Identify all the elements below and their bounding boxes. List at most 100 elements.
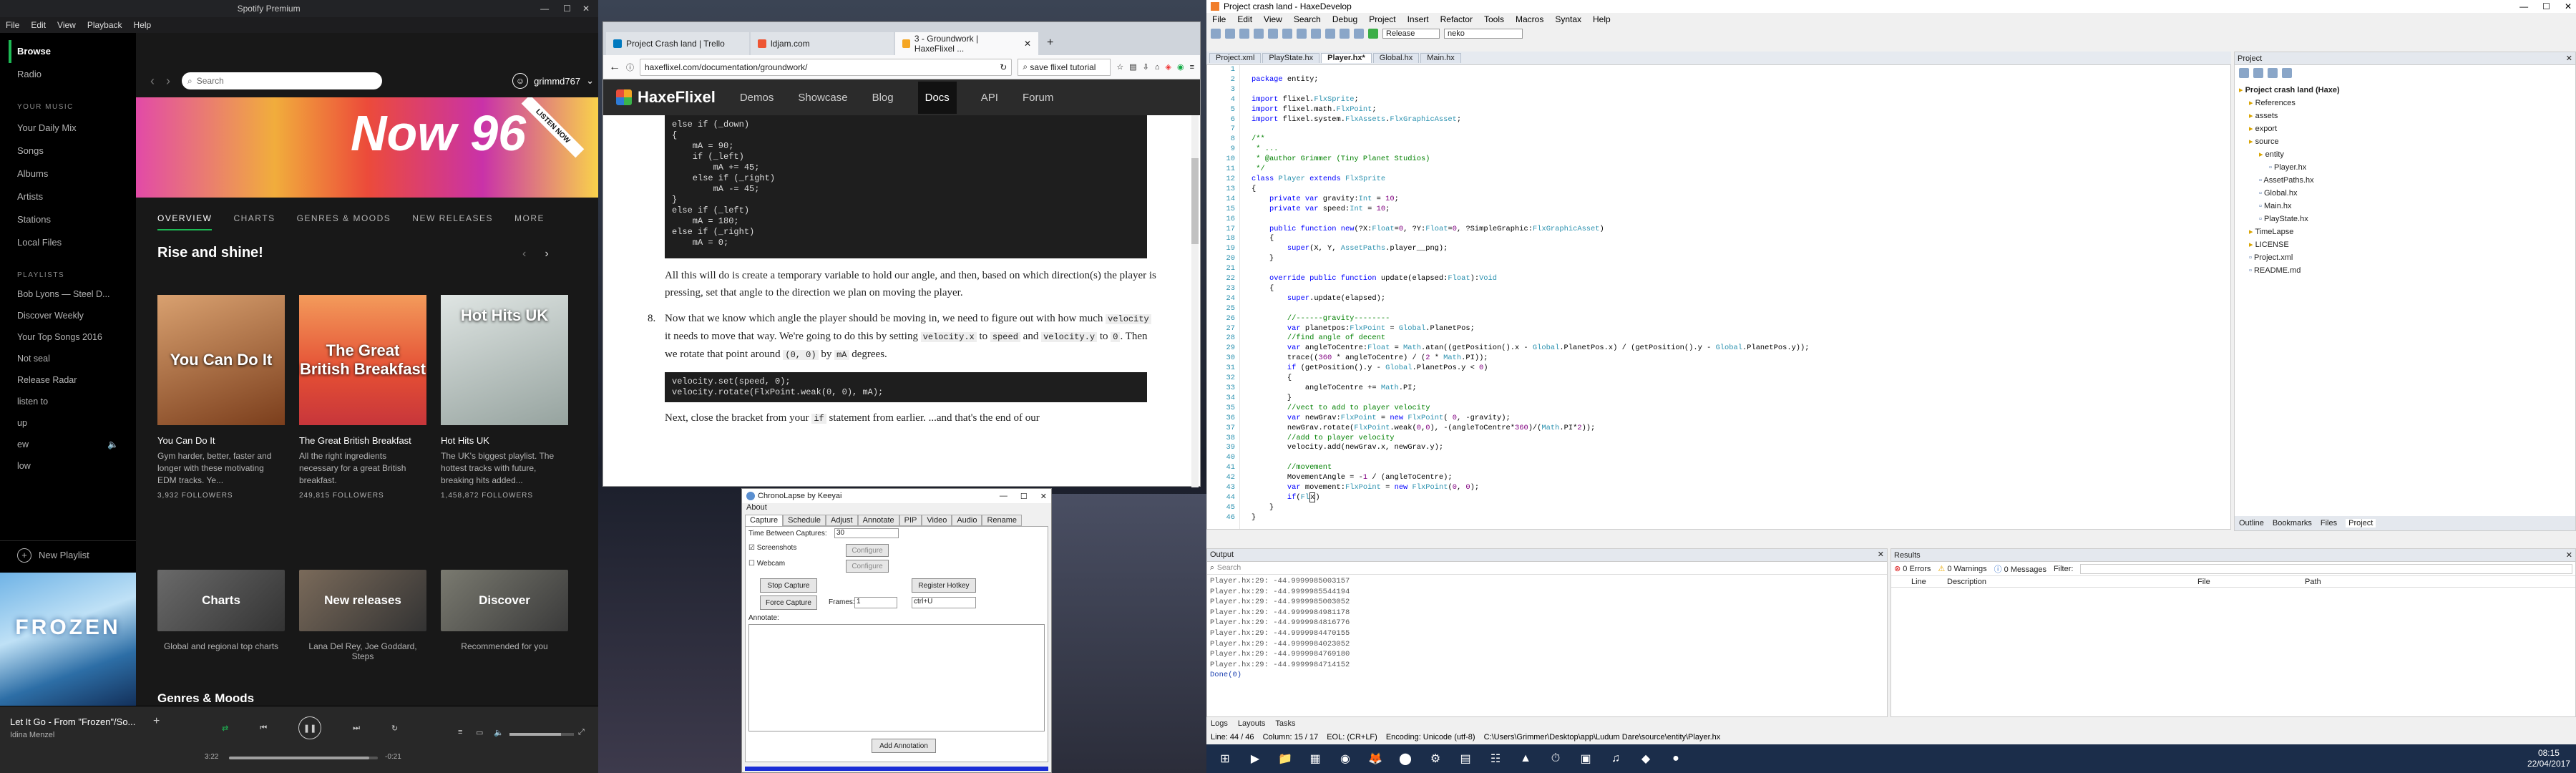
close-tab-icon[interactable]: ✕ [1024,39,1031,49]
taskbar-app-icon[interactable]: ◆ [1633,747,1659,771]
queue-icon[interactable]: ≡ [458,728,462,736]
hero-banner[interactable]: Now 96 LISTEN NOW [136,97,598,198]
build-config-select[interactable]: Release [1382,29,1440,39]
tab-logs[interactable]: Logs [1211,719,1228,728]
track-title[interactable]: Let It Go - From "Frozen"/So... [10,716,135,727]
run-icon[interactable] [1368,29,1378,39]
menu-search[interactable]: Search [1294,14,1321,24]
minimize-icon[interactable]: — [540,4,549,14]
tab-layouts[interactable]: Layouts [1238,719,1266,728]
tab-charts[interactable]: CHARTS [233,213,275,230]
progress-bar[interactable] [229,757,378,759]
menu-edit[interactable]: Edit [1237,14,1252,24]
tab-more[interactable]: MORE [514,213,545,230]
menu-help[interactable]: Help [134,20,152,30]
col-description[interactable]: Description [1947,578,2197,586]
card-title[interactable]: You Can Do It [157,435,285,446]
volume-icon[interactable]: 🔈 [494,728,504,737]
playlist-item[interactable]: low [9,457,127,478]
tab-audio[interactable]: Audio [952,515,982,526]
webcam-checkbox[interactable]: ☐ Webcam [748,560,785,568]
site-nav-showcase[interactable]: Showcase [798,92,847,104]
open-icon[interactable] [1225,29,1235,39]
next-icon[interactable]: ⏭ [353,724,360,733]
add-annotation-button[interactable]: Add Annotation [872,739,936,753]
nav-artists[interactable]: Artists [9,185,127,208]
tab-pip[interactable]: PIP [899,515,922,526]
chronolapse-menu[interactable]: About [742,503,1051,515]
messages-filter[interactable]: ⓘ 0 Messages [1994,563,2046,575]
output-search[interactable]: ⌕ Search [1207,562,1887,575]
scrollbar[interactable] [1191,115,1199,487]
tree-item[interactable]: ▫ Main.hx [2239,200,2571,213]
menu-edit[interactable]: Edit [31,20,46,30]
doc-tab[interactable]: PlayState.hx [1262,53,1320,63]
taskbar-app-icon[interactable]: 🦊 [1362,747,1388,771]
browser-search[interactable]: ⌕ save flixel tutorial [1018,58,1111,76]
tree-item[interactable]: ▫ README.md [2239,264,2571,277]
save-all-icon[interactable] [1254,29,1264,39]
taskbar-app-icon[interactable]: ⏱ [1543,747,1568,771]
playlist-item[interactable]: Release Radar [9,371,127,392]
paste-icon[interactable] [1297,29,1307,39]
tree-item[interactable]: ▸ assets [2239,110,2571,122]
menu-view[interactable]: View [57,20,76,30]
playlist-card[interactable]: Hot Hits UK Hot Hits UK The UK's biggest… [441,295,568,500]
playlist-card[interactable]: The Great British Breakfast The Great Br… [299,295,426,500]
taskbar-app-icon[interactable]: ▶ [1242,747,1268,771]
tree-item[interactable]: ▸ References [2239,97,2571,110]
site-nav-forum[interactable]: Forum [1023,92,1053,104]
taskbar-app-icon[interactable]: ⊞ [1212,747,1238,771]
properties-icon[interactable] [2253,68,2263,78]
tree-item[interactable]: ▫ PlayState.hx [2239,213,2571,225]
hotkey-value[interactable]: ctrl+U [912,597,976,608]
stop-capture-button[interactable]: Stop Capture [760,578,817,593]
tree-item[interactable]: ▫ Global.hx [2239,187,2571,200]
force-capture-button[interactable]: Force Capture [760,595,817,610]
menu-help[interactable]: Help [1593,14,1611,24]
tab-bookmarks[interactable]: Bookmarks [2273,519,2312,528]
track-artist[interactable]: Idina Menzel [10,731,54,739]
menu-view[interactable]: View [1264,14,1282,24]
tab-genres[interactable]: GENRES & MOODS [297,213,391,230]
target-select[interactable]: neko [1444,29,1523,39]
taskbar-app-icon[interactable]: ▦ [1302,747,1328,771]
tree-item[interactable]: ▸ LICENSE [2239,238,2571,251]
find-icon[interactable] [1340,29,1350,39]
tab-annotate[interactable]: Annotate [857,515,899,526]
doc-tab[interactable]: Project.xml [1209,53,1262,63]
card-title[interactable]: The Great British Breakfast [299,435,426,446]
site-nav-api[interactable]: API [981,92,998,104]
site-logo[interactable]: HaxeFlixel [616,88,716,107]
pause-button[interactable]: ❚❚ [298,716,322,739]
playlist-item[interactable]: listen to [9,392,127,414]
repeat-icon[interactable]: ↻ [391,724,398,733]
menu-tools[interactable]: Tools [1484,14,1504,24]
maximize-icon[interactable]: ☐ [2542,1,2550,11]
taskbar-app-icon[interactable]: ◉ [1332,747,1358,771]
genre-card-charts[interactable]: Charts [157,570,285,631]
new-playlist-button[interactable]: + New Playlist [0,540,136,569]
tab-schedule[interactable]: Schedule [783,515,826,526]
warnings-filter[interactable]: ⚠ 0 Warnings [1938,564,1986,573]
close-panel-icon[interactable]: ✕ [2566,550,2572,560]
code-editor[interactable]: 1 2 3 4 5 6 7 8 9 10 11 12 13 14 15 16 17 18 19 20 21 22 23 24 2… [1206,64,2231,530]
download-icon[interactable]: ⇩ [1143,62,1149,72]
tab-outline[interactable]: Outline [2239,519,2264,528]
card-title[interactable]: Hot Hits UK [441,435,568,446]
tree-item[interactable]: ▸ source [2239,135,2571,148]
playlist-item[interactable]: Bob Lyons — Steel D... [9,285,127,306]
cut-icon[interactable] [1268,29,1278,39]
register-hotkey-button[interactable]: Register Hotkey [912,578,976,593]
tab-new-releases[interactable]: NEW RELEASES [412,213,493,230]
nav-browse[interactable]: Browse [9,40,127,63]
taskbar-app-icon[interactable]: 📁 [1272,747,1298,771]
genre-card-new-releases[interactable]: New releases [299,570,426,631]
col-file[interactable]: File [2197,578,2305,586]
tree-item[interactable]: ▫ Player.hx [2239,161,2571,174]
taskbar-app-icon[interactable]: ⬤ [1392,747,1418,771]
menu-syntax[interactable]: Syntax [1555,14,1581,24]
user-menu[interactable]: ☺ grimmd767 ⌄ [512,73,594,89]
tree-item[interactable]: ▫ Project.xml [2239,251,2571,264]
taskbar-app-icon[interactable]: ▤ [1453,747,1478,771]
